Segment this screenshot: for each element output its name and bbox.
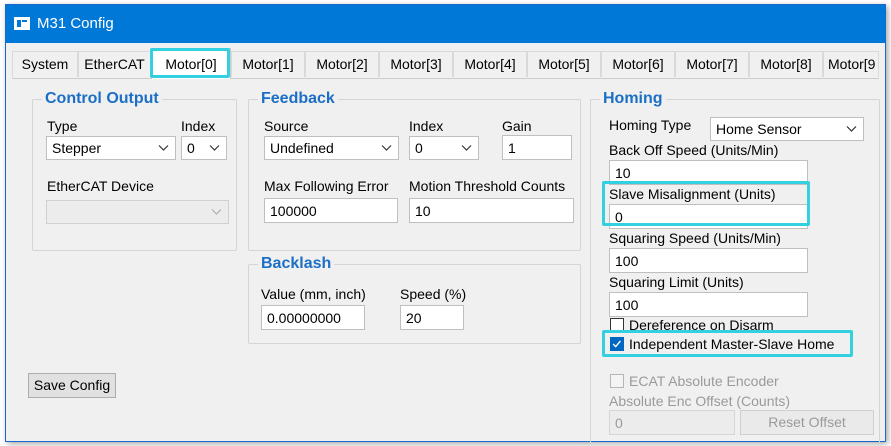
tab-strip: System EtherCAT Motor[0] Motor[1] Motor[… [12,48,879,79]
backlash-speed-label: Speed (%) [400,286,467,302]
output-index-dropdown[interactable]: 0 [181,136,227,160]
squaring-limit-input[interactable]: 100 [609,292,808,317]
tab-motor-9[interactable]: Motor[9 [823,51,879,77]
output-index-value: 0 [187,140,195,156]
slave-misalignment-highlight [602,181,810,226]
source-label: Source [264,118,309,134]
homing-type-value: Home Sensor [716,121,802,137]
independent-home-highlight [602,330,853,357]
gain-input[interactable]: 1 [502,135,572,160]
tab-motor-4[interactable]: Motor[4] [453,51,527,77]
type-dropdown-value: Stepper [52,140,102,156]
ecat-absolute-label: ECAT Absolute Encoder [629,373,779,389]
backlash-value-input[interactable]: 0.00000000 [261,305,365,330]
homing-type-dropdown[interactable]: Home Sensor [710,117,864,141]
type-label: Type [47,118,78,134]
backlash-value-value: 0.00000000 [267,310,341,326]
feedback-index-dropdown[interactable]: 0 [409,136,479,160]
tab-highlight-frame [150,48,230,78]
chevron-down-icon [461,145,472,151]
source-dropdown[interactable]: Undefined [264,136,399,160]
tab-system[interactable]: System [12,51,78,77]
title-bar: M31 Config [6,5,885,43]
chevron-down-icon [846,126,857,132]
feedback-index-value: 0 [415,140,423,156]
homing-title: Homing [600,89,666,109]
max-following-error-input[interactable]: 100000 [264,198,398,223]
chevron-down-icon [209,145,220,151]
control-output-group: Control Output Type Index Stepper 0 Ethe… [32,89,237,251]
chevron-down-icon [158,145,169,151]
chevron-down-icon [211,209,222,215]
max-following-error-label: Max Following Error [264,178,389,194]
squaring-speed-value: 100 [615,253,639,269]
tab-content: Control Output Type Index Stepper 0 Ethe… [12,78,880,444]
motion-threshold-input[interactable]: 10 [409,198,574,223]
motion-threshold-label: Motion Threshold Counts [409,178,566,194]
abs-enc-offset-input[interactable]: 0 [609,410,735,435]
app-window-icon [14,17,30,30]
window-title: M31 Config [37,15,114,32]
type-dropdown[interactable]: Stepper [46,136,176,160]
reset-offset-button[interactable]: Reset Offset [740,410,874,435]
source-dropdown-value: Undefined [270,140,334,156]
tab-motor-7[interactable]: Motor[7] [675,51,749,77]
output-index-label: Index [181,118,216,134]
ecat-absolute-checkbox[interactable] [610,374,624,388]
ethercat-device-dropdown[interactable] [46,200,229,224]
feedback-index-label: Index [409,118,444,134]
tab-motor-5[interactable]: Motor[5] [527,51,601,77]
motion-threshold-value: 10 [415,203,431,219]
gain-input-value: 1 [508,140,516,156]
max-following-error-value: 100000 [270,203,317,219]
tab-motor-3[interactable]: Motor[3] [379,51,453,77]
tab-motor-8[interactable]: Motor[8] [749,51,823,77]
abs-enc-offset-value: 0 [615,415,623,431]
squaring-speed-label: Squaring Speed (Units/Min) [609,230,781,246]
back-off-speed-label: Back Off Speed (Units/Min) [609,142,779,158]
tab-motor-6[interactable]: Motor[6] [601,51,675,77]
backlash-title: Backlash [258,254,335,274]
backlash-group: Backlash Value (mm, inch) Speed (%) 0.00… [248,254,581,344]
backlash-speed-value: 20 [406,310,422,326]
feedback-group: Feedback Source Index Gain Undefined 0 1… [248,89,581,251]
feedback-title: Feedback [258,89,338,109]
squaring-speed-input[interactable]: 100 [609,248,808,273]
backlash-speed-input[interactable]: 20 [400,305,464,330]
abs-enc-offset-label: Absolute Enc Offset (Counts) [609,393,791,409]
control-output-title: Control Output [42,89,162,109]
back-off-speed-value: 10 [615,165,631,181]
squaring-limit-label: Squaring Limit (Units) [609,274,744,290]
homing-group: Homing Homing Type Home Sensor Back Off … [590,89,880,444]
save-config-button[interactable]: Save Config [28,373,116,398]
squaring-limit-value: 100 [615,297,639,313]
gain-label: Gain [502,118,532,134]
tab-motor-2[interactable]: Motor[2] [305,51,379,77]
tab-motor-1[interactable]: Motor[1] [231,51,305,77]
tab-ethercat[interactable]: EtherCAT [78,51,151,77]
homing-type-label: Homing Type [609,117,692,133]
backlash-value-label: Value (mm, inch) [261,286,366,302]
chevron-down-icon [381,145,392,151]
ethercat-device-label: EtherCAT Device [47,178,154,194]
